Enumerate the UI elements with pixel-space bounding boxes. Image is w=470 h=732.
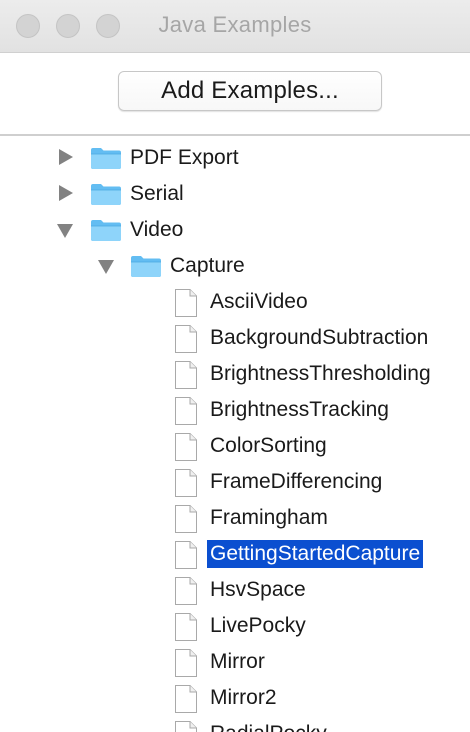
- tree-item-label: GettingStartedCapture: [207, 540, 424, 568]
- tree-item-label: Video: [130, 218, 184, 241]
- document-icon: [175, 685, 197, 713]
- disclosure-right-icon[interactable]: [59, 185, 73, 201]
- tree-item-label: FrameDifferencing: [210, 470, 383, 493]
- tree-item-label: BrightnessThresholding: [210, 362, 431, 385]
- document-icon: [175, 469, 197, 497]
- document-icon: [175, 541, 197, 569]
- tree-item-serial[interactable]: Serial: [0, 176, 470, 212]
- disclosure-down-icon[interactable]: [57, 224, 73, 238]
- tree-item-file[interactable]: BrightnessTracking: [0, 392, 470, 428]
- title-bar: Java Examples: [0, 0, 470, 53]
- tree-item-file[interactable]: Framingham: [0, 500, 470, 536]
- document-icon: [175, 577, 197, 605]
- tree-item-file[interactable]: RadialPocky: [0, 716, 470, 732]
- tree-item-capture[interactable]: Capture: [0, 248, 470, 284]
- tree-item-file[interactable]: FrameDifferencing: [0, 464, 470, 500]
- tree-item-label: HsvSpace: [210, 578, 306, 601]
- folder-icon: [131, 256, 161, 277]
- window-title: Java Examples: [158, 12, 312, 37]
- tree-item-label: Mirror: [210, 650, 265, 673]
- document-icon: [175, 433, 197, 461]
- tree-item-file[interactable]: BrightnessThresholding: [0, 356, 470, 392]
- tree-item-label: Capture: [170, 254, 245, 277]
- tree-item-file[interactable]: LivePocky: [0, 608, 470, 644]
- tree-item-label: Serial: [130, 182, 184, 205]
- disclosure-down-icon[interactable]: [98, 260, 114, 274]
- document-icon: [175, 613, 197, 641]
- tree-item-label: BrightnessTracking: [210, 398, 389, 421]
- document-icon: [175, 289, 197, 317]
- divider: [0, 134, 470, 136]
- tree-item-file[interactable]: Mirror2: [0, 680, 470, 716]
- folder-icon: [91, 184, 121, 205]
- folder-icon: [91, 148, 121, 169]
- tree-item-label: BackgroundSubtraction: [210, 326, 429, 349]
- toolbar: Add Examples...: [0, 53, 470, 134]
- tree-item-label: RadialPocky: [210, 720, 327, 732]
- folder-icon: [91, 220, 121, 241]
- tree-item-label: ColorSorting: [210, 434, 327, 457]
- tree-item-label: Framingham: [210, 506, 328, 529]
- tree-item-label: Mirror2: [210, 686, 277, 709]
- document-icon: [175, 649, 197, 677]
- document-icon: [175, 361, 197, 389]
- tree-item-file[interactable]: Mirror: [0, 644, 470, 680]
- examples-tree[interactable]: PDF Export Serial Video Capture AsciiVid…: [0, 140, 470, 732]
- tree-item-file[interactable]: AsciiVideo: [0, 284, 470, 320]
- tree-item-video[interactable]: Video: [0, 212, 470, 248]
- tree-item-pdf-export[interactable]: PDF Export: [0, 140, 470, 176]
- tree-item-file-selected[interactable]: GettingStartedCapture: [0, 536, 470, 572]
- document-icon: [175, 325, 197, 353]
- tree-item-label: AsciiVideo: [210, 290, 308, 313]
- tree-item-file[interactable]: BackgroundSubtraction: [0, 320, 470, 356]
- document-icon: [175, 505, 197, 533]
- document-icon: [175, 721, 197, 732]
- disclosure-right-icon[interactable]: [59, 149, 73, 165]
- document-icon: [175, 397, 197, 425]
- tree-item-label: PDF Export: [130, 146, 239, 169]
- tree-item-file[interactable]: HsvSpace: [0, 572, 470, 608]
- tree-item-label: LivePocky: [210, 614, 306, 637]
- tree-item-file[interactable]: ColorSorting: [0, 428, 470, 464]
- add-examples-button[interactable]: Add Examples...: [118, 71, 382, 111]
